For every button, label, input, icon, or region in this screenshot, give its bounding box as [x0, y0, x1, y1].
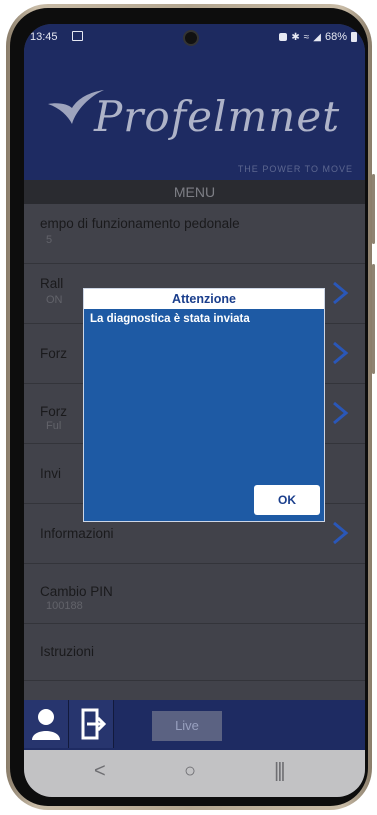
- logo-tagline: THE POWER TO MOVE: [237, 164, 353, 174]
- item-value: Ful: [46, 420, 62, 432]
- item-label: Invi: [40, 466, 62, 481]
- status-time: 13:45: [30, 31, 58, 43]
- list-item[interactable]: Cambio PIN 100188: [24, 564, 365, 624]
- item-label: Informazioni: [40, 526, 114, 541]
- chevron-right-icon[interactable]: [329, 280, 351, 306]
- item-label: Istruzioni: [40, 644, 95, 659]
- user-button[interactable]: [24, 700, 69, 748]
- home-nav-button[interactable]: ○: [184, 760, 196, 783]
- phone-frame: 13:45 ✱ ≈ ◢ 68% Profelmnet THE POWER TO …: [6, 4, 375, 810]
- volume-button: [372, 264, 375, 374]
- live-button[interactable]: Live: [152, 711, 222, 741]
- back-nav-button[interactable]: <: [94, 760, 106, 783]
- recents-nav-button[interactable]: |||: [274, 760, 286, 783]
- mute-icon: [279, 33, 288, 41]
- battery-icon: [351, 32, 357, 42]
- item-label: Forz: [40, 346, 67, 361]
- screen: 13:45 ✱ ≈ ◢ 68% Profelmnet THE POWER TO …: [24, 24, 365, 797]
- bluetooth-icon: ✱: [291, 31, 300, 43]
- logout-button[interactable]: [69, 700, 114, 748]
- user-icon: [32, 709, 60, 740]
- menu-title: MENU: [24, 180, 365, 204]
- status-icons: ✱ ≈ ◢ 68%: [279, 31, 357, 43]
- image-notification-icon: [72, 31, 83, 41]
- list-item[interactable]: empo di funzionamento pedonale 5: [24, 204, 365, 264]
- signal-icon: ◢: [313, 31, 321, 43]
- ok-button[interactable]: OK: [254, 485, 320, 515]
- logout-icon: [81, 708, 107, 740]
- item-label: Cambio PIN: [40, 584, 113, 599]
- chevron-right-icon[interactable]: [329, 400, 351, 426]
- android-nav-bar: < ○ |||: [24, 750, 365, 797]
- dialog-title: Attenzione: [84, 289, 324, 309]
- item-value: 5: [46, 234, 53, 246]
- item-label: empo di funzionamento pedonale: [40, 216, 240, 231]
- dialog-message: La diagnostica è stata inviata: [90, 313, 250, 325]
- battery-percent: 68%: [324, 31, 347, 43]
- alert-dialog: Attenzione La diagnostica è stata inviat…: [83, 288, 325, 522]
- app-header: Profelmnet THE POWER TO MOVE: [24, 50, 365, 180]
- item-label: Rall: [40, 276, 64, 291]
- bottom-bar: Live: [24, 700, 365, 750]
- chevron-right-icon[interactable]: [329, 340, 351, 366]
- logo-text: Profelmnet: [94, 92, 341, 141]
- item-value: 100188: [46, 600, 83, 612]
- item-value: ON: [46, 294, 63, 306]
- power-button: [372, 174, 375, 244]
- list-item[interactable]: Istruzioni: [24, 624, 365, 681]
- chevron-right-icon[interactable]: [329, 520, 351, 546]
- wifi-icon: ≈: [303, 31, 310, 43]
- item-label: Forz: [40, 404, 67, 419]
- front-camera: [183, 30, 199, 46]
